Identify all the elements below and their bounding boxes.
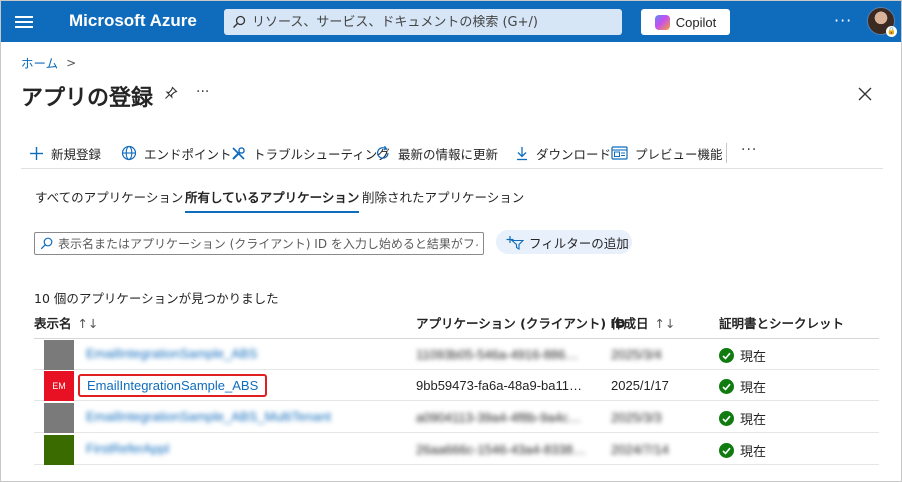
endpoints-button[interactable]: エンドポイント — [121, 139, 232, 167]
app-name-link[interactable]: FirstReferAppl — [86, 441, 169, 456]
title-more-icon[interactable]: ··· — [196, 84, 209, 100]
preview-features-label: プレビュー機能 — [635, 146, 723, 162]
cert-status-label: 現在 — [740, 413, 767, 428]
app-name-link[interactable]: EmailIntegrationSample_ABS — [86, 346, 257, 361]
breadcrumb-home-link[interactable]: ホーム — [21, 53, 58, 72]
app-created-date: 2025/3/4 — [611, 347, 662, 362]
results-count: 10 個のアプリケーションが見つかりました — [34, 291, 279, 306]
app-tile-icon — [44, 340, 74, 370]
checkmark-icon — [719, 379, 734, 394]
download-button[interactable]: ダウンロード — [515, 139, 611, 167]
refresh-icon — [376, 145, 389, 159]
checkmark-icon — [719, 348, 734, 363]
cert-status: 現在 — [719, 441, 766, 460]
user-avatar[interactable]: 🔒 — [867, 7, 897, 37]
search-icon — [233, 15, 246, 28]
tab-all-applications[interactable]: すべてのアプリケーション — [35, 187, 183, 213]
copilot-button[interactable]: Copilot — [641, 9, 730, 35]
search-icon — [40, 237, 53, 250]
app-tile-icon: EM — [44, 371, 74, 401]
sort-icon[interactable]: ↑↓ — [655, 316, 676, 331]
global-search-box[interactable] — [224, 9, 622, 35]
endpoints-label: エンドポイント — [144, 146, 232, 162]
tab-owned-applications[interactable]: 所有しているアプリケーション — [185, 187, 360, 213]
app-tile-icon — [44, 403, 74, 433]
preview-features-button[interactable]: プレビュー機能 — [611, 139, 723, 167]
brand-title[interactable]: Microsoft Azure — [69, 11, 197, 31]
download-icon — [517, 146, 527, 160]
app-client-id: 11093b05-546a-4916-886… — [416, 347, 579, 362]
pin-icon[interactable] — [164, 85, 178, 104]
add-filter-icon — [506, 235, 524, 250]
column-header-display-name-label: 表示名 — [34, 316, 72, 331]
new-registration-label: 新規登録 — [51, 146, 102, 162]
wrench-icon — [232, 146, 245, 160]
app-registrations-window: Microsoft Azure Copilot ··· 🔒 ホーム > アプリの… — [0, 0, 902, 482]
global-search-input[interactable] — [252, 14, 612, 30]
troubleshooting-label: トラブルシューティング — [253, 146, 390, 162]
refresh-button[interactable]: 最新の情報に更新 — [375, 139, 498, 167]
azure-top-bar: Microsoft Azure Copilot ··· 🔒 — [1, 1, 901, 42]
refresh-label: 最新の情報に更新 — [398, 146, 499, 162]
table-row[interactable]: EM EmailIntegrationSample_ABS 9bb59473-fa6… — [34, 370, 879, 401]
page-title: アプリの登録 — [21, 86, 154, 111]
toolbar-more-icon[interactable]: ··· — [741, 142, 757, 158]
column-header-display-name[interactable]: 表示名 ↑↓ — [34, 313, 98, 332]
troubleshooting-button[interactable]: トラブルシューティング — [231, 139, 390, 167]
tab-deleted-applications[interactable]: 削除されたアプリケーション — [362, 187, 524, 213]
cert-status: 現在 — [719, 377, 766, 396]
app-name-link[interactable]: EmailIntegrationSample_ABS_MultiTenant — [86, 409, 331, 424]
sort-icon[interactable]: ↑↓ — [78, 316, 99, 331]
cert-status: 現在 — [719, 409, 766, 428]
toolbar-divider — [726, 143, 727, 163]
breadcrumb: ホーム > — [21, 53, 76, 72]
app-filter-input[interactable] — [58, 236, 478, 251]
add-filter-button[interactable]: フィルターの追加 — [496, 230, 632, 254]
copilot-label: Copilot — [675, 14, 717, 30]
plus-icon — [30, 146, 43, 160]
app-created-date: 2025/3/3 — [611, 410, 662, 425]
command-toolbar: 新規登録 エンドポイント トラブルシューティング 最新の情報に更新 ダウンロード… — [21, 139, 883, 169]
add-filter-label: フィルターの追加 — [529, 235, 629, 251]
app-filter-box[interactable] — [34, 232, 484, 255]
topbar-more-icon[interactable]: ··· — [834, 11, 852, 30]
preview-icon — [611, 146, 628, 160]
app-name-link[interactable]: EmailIntegrationSample_ABS — [78, 374, 268, 397]
app-client-id: 9bb59473-fa6a-48a9-ba11… — [416, 378, 583, 393]
table-row[interactable]: EmailIntegrationSample_ABS 11093b05-546a-… — [34, 339, 879, 370]
cert-status: 現在 — [719, 346, 766, 365]
close-icon[interactable] — [858, 86, 872, 105]
app-client-id: 26aa666c-1546-43a4-8338… — [416, 442, 586, 457]
breadcrumb-separator-icon: > — [66, 55, 77, 70]
globe-icon — [121, 145, 137, 161]
cert-status-label: 現在 — [740, 381, 767, 396]
checkmark-icon — [719, 443, 734, 458]
table-row[interactable]: EmailIntegrationSample_ABS_MultiTenant a0… — [34, 402, 879, 433]
cert-status-label: 現在 — [740, 445, 767, 460]
download-label: ダウンロード — [536, 146, 612, 162]
app-client-id: a0904113-39a4-4f8b-9a4c… — [416, 410, 582, 425]
new-registration-button[interactable]: 新規登録 — [29, 139, 101, 167]
hamburger-menu-icon[interactable] — [15, 13, 33, 29]
column-header-created-label: 作成日 — [611, 316, 649, 331]
app-created-date: 2025/1/17 — [611, 378, 669, 393]
table-row[interactable]: FirstReferAppl 26aa666c-1546-43a4-8338… 20… — [34, 434, 879, 465]
cert-status-label: 現在 — [740, 350, 767, 365]
checkmark-icon — [719, 411, 734, 426]
app-tile-icon — [44, 435, 74, 465]
lock-icon: 🔒 — [886, 26, 897, 37]
column-header-created[interactable]: 作成日 ↑↓ — [611, 313, 675, 332]
copilot-logo-icon — [654, 14, 670, 30]
column-header-certificates: 証明書とシークレット — [719, 316, 845, 331]
app-created-date: 2024/7/14 — [611, 442, 669, 457]
column-header-app-id: アプリケーション (クライアント) ID — [416, 316, 626, 331]
